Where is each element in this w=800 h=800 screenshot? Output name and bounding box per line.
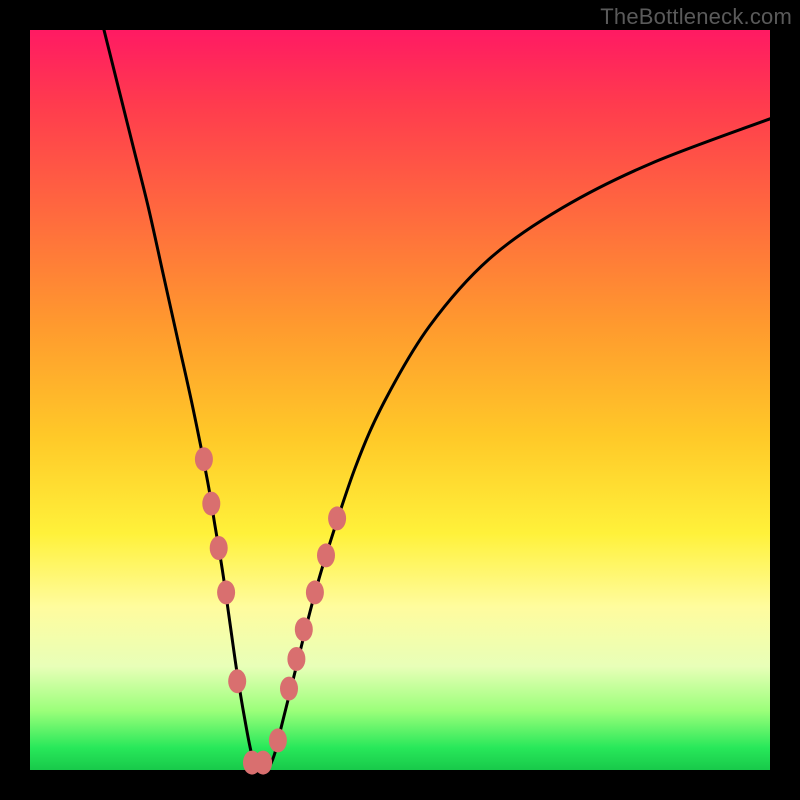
marker-point (210, 536, 228, 560)
bottleneck-curve (104, 30, 770, 772)
marker-point (295, 617, 313, 641)
watermark-text: TheBottleneck.com (600, 4, 792, 30)
marker-point (254, 751, 272, 775)
marker-point (269, 728, 287, 752)
marker-point (306, 580, 324, 604)
marker-point (202, 492, 220, 516)
plot-area (30, 30, 770, 770)
chart-frame: TheBottleneck.com (0, 0, 800, 800)
marker-point (217, 580, 235, 604)
marker-point (280, 677, 298, 701)
marker-point (228, 669, 246, 693)
highlight-markers (195, 447, 346, 774)
marker-point (287, 647, 305, 671)
marker-point (328, 506, 346, 530)
chart-svg (30, 30, 770, 770)
marker-point (195, 447, 213, 471)
marker-point (317, 543, 335, 567)
